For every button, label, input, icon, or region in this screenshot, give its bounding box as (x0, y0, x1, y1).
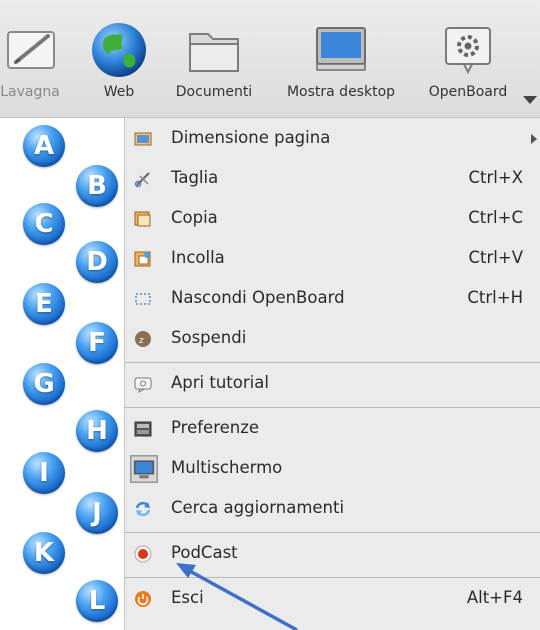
menu-item-esci[interactable]: Esci Alt+F4 (125, 580, 540, 618)
multiscreen-icon (130, 455, 158, 483)
hide-icon (135, 293, 151, 305)
chevron-down-icon[interactable] (523, 96, 537, 104)
page-size-icon (134, 132, 152, 146)
shortcut-label: Ctrl+V (468, 248, 523, 267)
openboard-menu: Dimensione pagina Taglia Ctrl+X Copia Ct… (124, 118, 540, 630)
menu-separator (125, 577, 540, 578)
copy-icon (134, 211, 151, 227)
globe-icon (92, 23, 146, 77)
badge-i: I (23, 452, 65, 494)
menu-item-dimensione-pagina[interactable]: Dimensione pagina (125, 120, 540, 158)
badge-a: A (23, 125, 65, 167)
badge-k: K (23, 532, 65, 574)
toolbar-lavagna-button[interactable]: Lavagna (0, 0, 78, 118)
menu-item-sospendi[interactable]: z Sospendi (125, 320, 540, 358)
submenu-arrow-icon (531, 134, 537, 144)
menu-separator (125, 532, 540, 533)
folder-icon (189, 33, 239, 72)
toolbar-web-label: Web (103, 84, 135, 100)
sleep-icon: z (135, 331, 151, 347)
menu-item-incolla[interactable]: Incolla Ctrl+V (125, 240, 540, 278)
menu-item-multischermo[interactable]: Multischermo (125, 450, 540, 488)
badge-c: C (23, 203, 65, 245)
menu-item-label: PodCast (171, 543, 238, 562)
menu-separator (125, 407, 540, 408)
badge-h: H (76, 410, 118, 452)
menu-separator (125, 362, 540, 363)
menu-item-label: Cerca aggiornamenti (171, 498, 345, 517)
menu-item-label: Apri tutorial (171, 373, 269, 392)
menu-item-nascondi-openboard[interactable]: Nascondi OpenBoard Ctrl+H (125, 280, 540, 318)
toolbar-openboard-button[interactable]: OpenBoard (416, 0, 520, 118)
tutorial-icon (134, 377, 152, 393)
monitor-icon (316, 27, 366, 71)
menu-item-label: Copia (171, 208, 218, 227)
power-icon (135, 591, 151, 607)
toolbar: Lavagna Web Documenti Mostra desktop Ope… (0, 0, 540, 118)
menu-item-label: Incolla (171, 248, 225, 267)
menu-item-label: Esci (171, 588, 204, 607)
update-icon (135, 501, 151, 517)
pen-board-icon (7, 31, 55, 69)
menu-item-copia[interactable]: Copia Ctrl+C (125, 200, 540, 238)
shortcut-label: Ctrl+H (467, 288, 523, 307)
menu-item-taglia[interactable]: Taglia Ctrl+X (125, 160, 540, 198)
paste-icon (134, 251, 151, 267)
menu-item-label: Preferenze (171, 418, 260, 437)
menu-item-label: Nascondi OpenBoard (171, 288, 345, 307)
menu-item-cerca-aggiornamenti[interactable]: Cerca aggiornamenti (125, 490, 540, 528)
badge-b: B (76, 165, 118, 207)
toolbar-web-button[interactable]: Web (84, 0, 154, 118)
menu-item-label: Dimensione pagina (171, 128, 331, 147)
toolbar-mostra-desktop-label: Mostra desktop (286, 84, 396, 100)
preferences-icon (134, 421, 152, 437)
shortcut-label: Ctrl+X (468, 168, 524, 187)
menu-item-apri-tutorial[interactable]: Apri tutorial (125, 365, 540, 403)
menu-item-podcast[interactable]: PodCast (125, 535, 540, 573)
badge-d: D (76, 241, 118, 283)
svg-text:z: z (139, 336, 144, 346)
scissors-icon (134, 172, 150, 188)
shortcut-label: Ctrl+C (468, 208, 523, 227)
openboard-gear-icon (445, 27, 491, 75)
toolbar-mostra-desktop-button[interactable]: Mostra desktop (274, 0, 408, 118)
shortcut-label: Alt+F4 (466, 588, 523, 607)
menu-item-label: Sospendi (171, 328, 247, 347)
badge-j: J (76, 492, 118, 534)
toolbar-lavagna-label: Lavagna (0, 84, 60, 100)
menu-item-label: Taglia (171, 168, 219, 187)
toolbar-openboard-label: OpenBoard (428, 84, 508, 100)
record-icon (134, 545, 152, 563)
badge-f: F (76, 322, 118, 364)
badge-e: E (23, 283, 65, 325)
badge-l: L (76, 580, 118, 622)
menu-item-label: Multischermo (171, 458, 283, 477)
toolbar-documenti-button[interactable]: Documenti (166, 0, 262, 118)
badge-g: G (23, 363, 65, 405)
toolbar-documenti-label: Documenti (175, 84, 253, 100)
menu-item-preferenze[interactable]: Preferenze (125, 410, 540, 448)
